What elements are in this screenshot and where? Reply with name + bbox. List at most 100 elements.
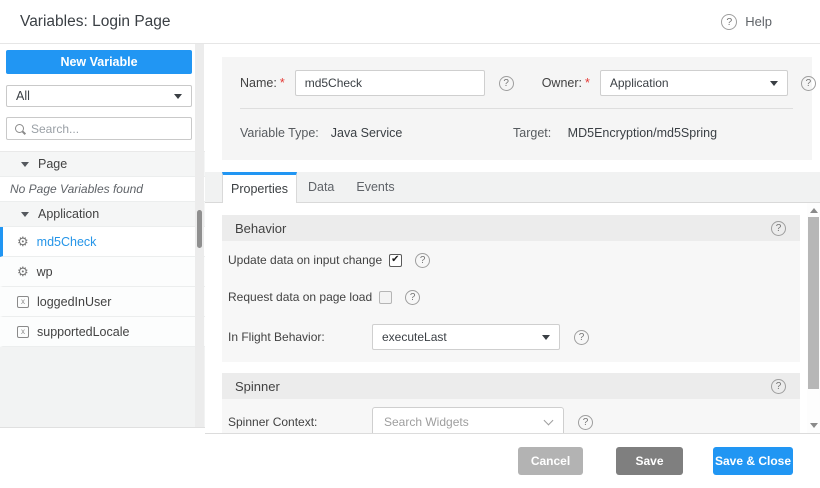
behavior-section-header: Behavior <box>222 215 800 241</box>
card-divider <box>240 108 793 109</box>
new-variable-button[interactable]: New Variable <box>6 50 192 74</box>
variables-dialog: Variables: Login Page Help New Variable … <box>0 0 820 488</box>
behavior-help-icon[interactable] <box>771 221 786 236</box>
detail-tabbar: Properties Data Events <box>205 172 820 203</box>
update-data-label: Update data on input change <box>228 253 382 267</box>
name-input[interactable] <box>295 70 485 96</box>
owner-select[interactable]: Application <box>600 70 788 96</box>
tree-item-label: loggedInUser <box>37 295 111 309</box>
save-button[interactable]: Save <box>616 447 683 475</box>
tab-data[interactable]: Data <box>297 172 345 202</box>
help-icon <box>721 14 737 30</box>
name-help-icon[interactable] <box>499 76 514 91</box>
tree-group-label: Page <box>38 157 67 171</box>
update-data-help-icon[interactable] <box>415 253 430 268</box>
collapse-caret-icon <box>21 162 29 167</box>
spinner-context-row: Spinner Context: Search Widgets <box>228 407 800 433</box>
tree-item-label: supportedLocale <box>37 325 129 339</box>
variable-type-label: Variable Type: <box>240 126 319 140</box>
dialog-header: Variables: Login Page Help <box>0 0 820 44</box>
tree-item-label: wp <box>37 265 53 279</box>
behavior-title: Behavior <box>235 221 286 236</box>
tree-group-application[interactable]: Application <box>0 202 205 227</box>
request-data-label: Request data on page load <box>228 290 372 304</box>
variable-filter-select[interactable]: All <box>6 85 192 107</box>
sidebar-filler <box>0 347 205 427</box>
update-data-checkbox[interactable] <box>389 254 402 267</box>
spinner-help-icon[interactable] <box>771 379 786 394</box>
request-data-help-icon[interactable] <box>405 290 420 305</box>
save-and-close-button[interactable]: Save & Close <box>713 447 793 475</box>
properties-tab-content: Behavior Update data on input change Req… <box>205 203 820 433</box>
spinner-section-body: Spinner Context: Search Widgets <box>222 399 800 433</box>
tree-item-loggedinuser[interactable]: loggedInUser <box>0 287 205 317</box>
owner-help-icon[interactable] <box>801 76 816 91</box>
variable-detail-panel: Name:* Owner:* Application <box>205 44 820 434</box>
spinner-section-header: Spinner <box>222 373 800 399</box>
name-owner-row: Name:* Owner:* Application <box>240 70 816 96</box>
chevron-down-icon <box>544 415 554 425</box>
target-value: MD5Encryption/md5Spring <box>568 126 717 140</box>
required-marker: * <box>585 76 590 90</box>
sidebar-scrollbar[interactable] <box>195 44 204 427</box>
spinner-context-placeholder: Search Widgets <box>384 415 469 429</box>
help-link[interactable]: Help <box>721 14 772 30</box>
name-label: Name:* <box>240 76 285 90</box>
required-marker: * <box>280 76 285 90</box>
spinner-context-help-icon[interactable] <box>578 415 593 430</box>
dialog-body: New Variable All Page No Page Variables … <box>0 44 820 434</box>
owner-value: Application <box>610 76 669 90</box>
chevron-down-icon <box>542 335 550 340</box>
inflight-behavior-row: In Flight Behavior: executeLast <box>228 324 800 350</box>
behavior-section: Behavior Update data on input change Req… <box>222 215 800 362</box>
tab-events[interactable]: Events <box>345 172 405 202</box>
scroll-down-icon[interactable] <box>810 423 818 428</box>
scroll-up-icon[interactable] <box>810 208 818 213</box>
tree-item-supportedlocale[interactable]: supportedLocale <box>0 317 205 347</box>
variable-filter-value: All <box>16 89 30 103</box>
static-variable-icon <box>17 326 29 338</box>
cancel-button[interactable]: Cancel <box>518 447 583 475</box>
page-title: Variables: Login Page <box>20 13 171 31</box>
behavior-section-body: Update data on input change Request data… <box>222 241 800 362</box>
spinner-context-combobox[interactable]: Search Widgets <box>372 407 564 433</box>
spinner-section: Spinner Spinner Context: Search Widgets <box>222 373 800 433</box>
tree-item-wp[interactable]: wp <box>0 257 205 287</box>
search-icon <box>15 124 24 133</box>
service-variable-icon <box>17 265 29 278</box>
variable-tree: Page No Page Variables found Application… <box>0 151 205 347</box>
variable-type-value: Java Service <box>331 126 403 140</box>
inflight-behavior-select[interactable]: executeLast <box>372 324 560 350</box>
update-data-row: Update data on input change <box>228 252 800 268</box>
tree-group-page[interactable]: Page <box>0 152 205 177</box>
spinner-title: Spinner <box>235 379 280 394</box>
type-target-row: Variable Type: Java Service Target: MD5E… <box>240 120 717 146</box>
dialog-footer: Cancel Save Save & Close <box>0 434 820 488</box>
inflight-behavior-label: In Flight Behavior: <box>228 330 372 344</box>
variable-search[interactable] <box>6 117 192 140</box>
request-data-checkbox[interactable] <box>379 291 392 304</box>
tree-group-label: Application <box>38 207 99 221</box>
collapse-caret-icon <box>21 212 29 217</box>
help-label: Help <box>745 14 772 29</box>
search-input[interactable] <box>31 122 183 136</box>
static-variable-icon <box>17 296 29 308</box>
target-label: Target: <box>513 126 551 140</box>
tree-item-label: md5Check <box>37 235 97 249</box>
content-scrollbar[interactable] <box>807 203 820 433</box>
variable-sidebar: New Variable All Page No Page Variables … <box>0 44 205 428</box>
inflight-behavior-help-icon[interactable] <box>574 330 589 345</box>
chevron-down-icon <box>770 81 778 86</box>
variable-summary-card: Name:* Owner:* Application <box>222 57 812 160</box>
inflight-behavior-value: executeLast <box>382 330 447 344</box>
tab-properties[interactable]: Properties <box>222 172 297 203</box>
content-scrollbar-thumb[interactable] <box>808 217 819 389</box>
tree-item-md5check[interactable]: md5Check <box>0 227 205 257</box>
sidebar-scrollbar-thumb[interactable] <box>197 210 202 248</box>
empty-page-variables-message: No Page Variables found <box>0 177 205 202</box>
request-data-row: Request data on page load <box>228 289 800 305</box>
chevron-down-icon <box>174 94 182 99</box>
owner-label: Owner:* <box>542 76 590 90</box>
spinner-context-label: Spinner Context: <box>228 415 372 429</box>
service-variable-icon <box>17 235 29 248</box>
